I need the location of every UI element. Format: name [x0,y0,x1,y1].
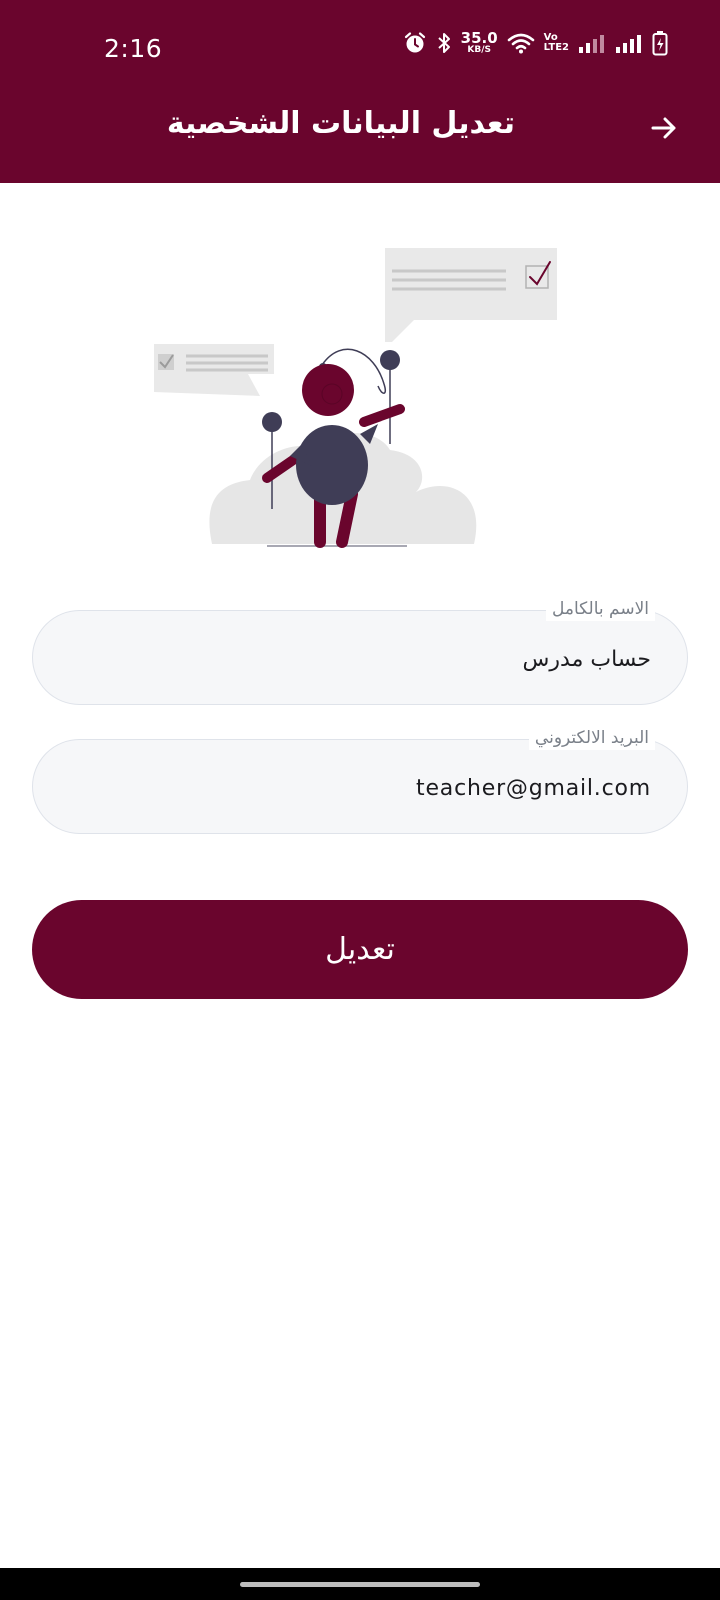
full-name-field[interactable]: الاسم بالكامل [32,597,688,705]
email-input[interactable] [63,770,651,806]
status-icons: 35.0 KB/S Vo LTE2 [403,30,668,56]
full-name-label: الاسم بالكامل [545,597,655,621]
network-speed-unit: KB/S [467,45,491,55]
signal-icon [616,35,641,53]
home-indicator[interactable] [240,1582,480,1587]
email-label: البريد الالكتروني [528,726,655,750]
page-title: تعديل البيانات الشخصية [166,106,515,141]
status-time: 2:16 [104,34,163,63]
submit-button[interactable]: تعديل [32,900,688,999]
network-speed-value: 35.0 [460,29,498,47]
status-bar: 2:16 35.0 KB/S Vo LTE2 [0,0,720,96]
volte-bottom-label: LTE2 [543,42,569,53]
system-navigation-bar [0,1568,720,1600]
alarm-icon [404,32,425,53]
network-speed: 35.0 KB/S [461,31,498,55]
email-field[interactable]: البريد الالكتروني [32,726,688,834]
battery-charging-icon [652,31,668,56]
bluetooth-icon [437,33,450,53]
app-header: 2:16 35.0 KB/S Vo LTE2 تعديل البيانات ال… [0,0,720,183]
signal-icon [579,35,604,53]
wifi-icon [507,33,534,54]
arrow-right-icon [651,117,676,139]
back-button[interactable] [646,110,682,146]
volte-indicator: Vo LTE2 [544,33,569,53]
profile-edit-illustration [154,248,557,548]
full-name-input[interactable] [63,641,651,677]
